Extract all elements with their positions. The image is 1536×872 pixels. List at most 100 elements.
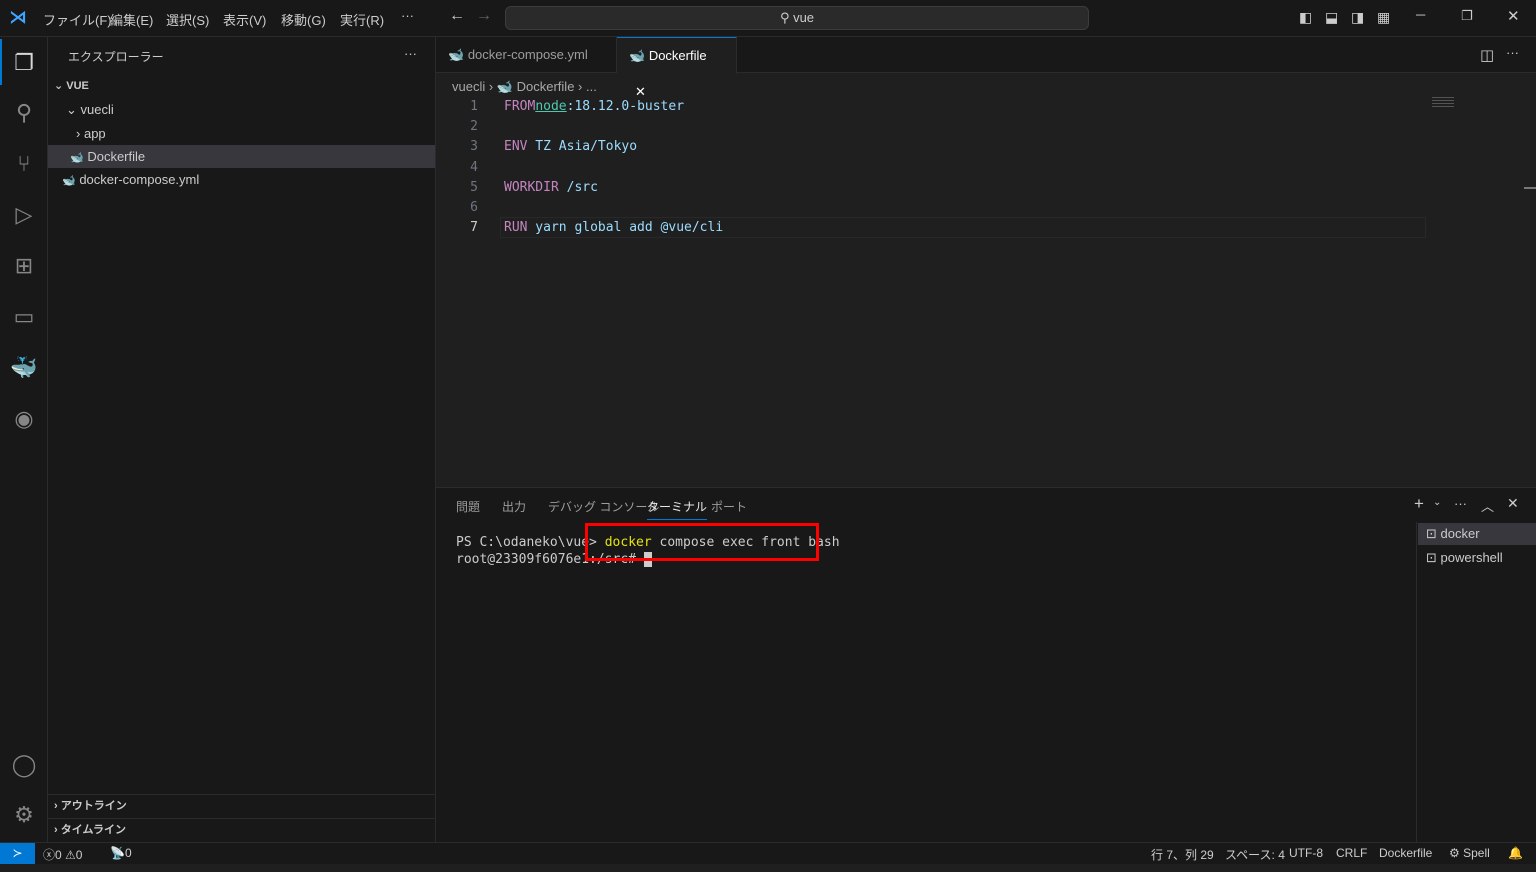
line-number: 4 (470, 159, 478, 175)
docker-icon[interactable]: 🐳 (0, 344, 48, 392)
maximize-panel-icon[interactable]: ︿ (1481, 496, 1494, 515)
explorer-icon[interactable]: ❐ (0, 39, 48, 87)
vscode-logo-icon: ⋊ (9, 7, 27, 27)
line-ending[interactable]: CRLF (1336, 846, 1367, 860)
tab-docker-compose[interactable]: 🐋 docker-compose.yml (436, 37, 617, 73)
close-tab-icon[interactable]: ✕ (635, 84, 646, 99)
close-window-icon[interactable]: ✕ (1507, 7, 1520, 25)
toggle-sidebar-icon[interactable]: ◧ (1299, 9, 1312, 26)
settings-gear-icon[interactable]: ⚙ (0, 791, 48, 839)
code-line[interactable]: WORKDIR /src (504, 180, 598, 195)
outline-section[interactable]: › アウトライン (48, 794, 435, 817)
docker-file-icon: 🐋 (629, 48, 646, 63)
terminal-icon: ⊡ (1426, 526, 1437, 541)
ports-status[interactable]: 📡0 (110, 846, 132, 860)
remote-explorer-icon[interactable]: ▭ (0, 293, 48, 341)
minimize-icon[interactable]: ─ (1416, 7, 1425, 22)
line-number: 3 (470, 139, 478, 155)
menu-more[interactable]: ··· (401, 8, 414, 23)
encoding[interactable]: UTF-8 (1289, 846, 1323, 860)
folder-root[interactable]: ⌄ VUE (48, 75, 435, 98)
indentation[interactable]: スペース: 4 (1225, 846, 1285, 863)
bottom-panel: 問題 出力 デバッグ コンソール ターミナル ポート + ⌄ ··· ︿ ✕ P… (436, 487, 1536, 843)
tab-terminal[interactable]: ターミナル (647, 498, 708, 520)
docker-file-icon: 🐋 (70, 152, 84, 164)
sidebar-title: エクスプローラー (68, 50, 164, 64)
minimap[interactable] (1432, 97, 1454, 109)
status-bar: ≻ ⓧ0 ⚠0 📡0 行 7、列 29 スペース: 4 UTF-8 CRLF D… (0, 842, 1536, 864)
menu-go[interactable]: 移動(G) (281, 10, 326, 29)
line-number: 7 (470, 220, 478, 236)
run-debug-icon[interactable]: ▷ (0, 191, 48, 239)
breadcrumb: vuecli › 🐋 Dockerfile › ... (452, 79, 597, 94)
terminal-icon: ⊡ (1426, 550, 1437, 565)
divider (1416, 522, 1417, 843)
close-panel-icon[interactable]: ✕ (1507, 495, 1519, 512)
explorer-sidebar: エクスプローラー ··· ⌄ VUE ⌄ vuecli › app 🐋 Dock… (48, 37, 436, 842)
github-icon[interactable]: ◉ (0, 395, 48, 443)
docker-file-icon: 🐋 (496, 79, 513, 94)
customize-layout-icon[interactable]: ▦ (1377, 9, 1390, 26)
source-control-icon[interactable]: ⑂ (0, 140, 48, 188)
editor-area: 🐋 docker-compose.yml 🐋 Dockerfile ✕ ◫ ··… (436, 37, 1536, 487)
remote-indicator-icon[interactable]: ≻ (0, 843, 35, 864)
search-icon: ⚲ (779, 10, 794, 25)
tab-debug-console[interactable]: デバッグ コンソール (548, 498, 659, 515)
problems-status[interactable]: ⓧ0 ⚠0 (43, 846, 82, 863)
restore-icon[interactable]: ❐ (1461, 8, 1473, 24)
menu-edit[interactable]: 編集(E) (110, 10, 153, 29)
tree-item-vuecli[interactable]: ⌄ vuecli (48, 98, 435, 121)
notifications-bell-icon[interactable]: 🔔 (1508, 846, 1523, 860)
tab-dockerfile[interactable]: 🐋 Dockerfile ✕ (617, 37, 737, 99)
terminal-instance-docker[interactable]: ⊡ docker (1418, 523, 1536, 545)
chevron-right-icon: › (54, 800, 58, 812)
line-number: 1 (470, 99, 478, 114)
terminal-instance-powershell[interactable]: ⊡ powershell (1418, 547, 1536, 569)
more-actions-button[interactable]: ··· (404, 46, 417, 61)
line-number: 5 (470, 179, 478, 195)
timeline-section[interactable]: › タイムライン (48, 818, 435, 841)
breadcrumb-item[interactable]: vuecli (452, 79, 485, 94)
tree-item-dockerfile[interactable]: 🐋 Dockerfile (48, 145, 435, 168)
menu-view[interactable]: 表示(V) (223, 10, 266, 29)
scrollbar[interactable] (1524, 187, 1536, 189)
tree-item-app[interactable]: › app (48, 122, 435, 145)
code-line[interactable]: FROMnode:18.12.0-buster (504, 99, 684, 114)
cursor-position[interactable]: 行 7、列 29 (1151, 846, 1214, 863)
tab-ports[interactable]: ポート (711, 498, 747, 515)
search-icon[interactable]: ⚲ (0, 89, 48, 137)
accounts-icon[interactable]: ◯ (0, 741, 48, 789)
panel-more-icon[interactable]: ··· (1454, 496, 1467, 511)
chevron-down-icon: ⌄ (54, 80, 64, 92)
forward-arrow-icon[interactable]: → (476, 7, 492, 25)
docker-compose-file-icon: 🐋 (448, 47, 465, 62)
toggle-panel-icon[interactable]: ⬓ (1325, 9, 1338, 26)
back-arrow-icon[interactable]: ← (449, 7, 465, 25)
toggle-secondary-sidebar-icon[interactable]: ◨ (1351, 9, 1364, 26)
current-line-highlight (500, 217, 1426, 238)
breadcrumb-item[interactable]: ... (586, 79, 597, 94)
editor-tabs: 🐋 docker-compose.yml 🐋 Dockerfile ✕ ◫ ··… (436, 37, 1536, 99)
split-editor-icon[interactable]: ◫ (1480, 46, 1494, 64)
menu-run[interactable]: 実行(R) (340, 10, 384, 29)
language-mode[interactable]: Dockerfile (1379, 846, 1432, 860)
new-terminal-icon[interactable]: + (1414, 494, 1424, 514)
editor-more-icon[interactable]: ··· (1506, 45, 1519, 60)
breadcrumb-item[interactable]: Dockerfile (517, 79, 575, 94)
spell-status[interactable]: ⚙ Spell (1449, 846, 1490, 860)
tree-item-docker-compose[interactable]: 🐋 docker-compose.yml (48, 168, 435, 191)
chevron-right-icon: › (76, 126, 81, 141)
menu-selection[interactable]: 選択(S) (166, 10, 209, 29)
command-search[interactable]: ⚲ vue (505, 6, 1089, 30)
menu-file[interactable]: ファイル(F) (43, 10, 112, 29)
tab-output[interactable]: 出力 (502, 498, 526, 515)
chevron-down-icon[interactable]: ⌄ (1433, 497, 1441, 508)
docker-compose-file-icon: 🐋 (62, 175, 76, 187)
chevron-down-icon: ⌄ (66, 102, 77, 117)
extensions-icon[interactable]: ⊞ (0, 242, 48, 290)
title-bar: ⋊ ファイル(F) 編集(E) 選択(S) 表示(V) 移動(G) 実行(R) … (0, 0, 1536, 37)
line-number: 2 (470, 119, 478, 135)
tab-problems[interactable]: 問題 (456, 498, 480, 515)
code-line[interactable]: ENV TZ Asia/Tokyo (504, 139, 637, 154)
line-number: 6 (470, 200, 478, 215)
